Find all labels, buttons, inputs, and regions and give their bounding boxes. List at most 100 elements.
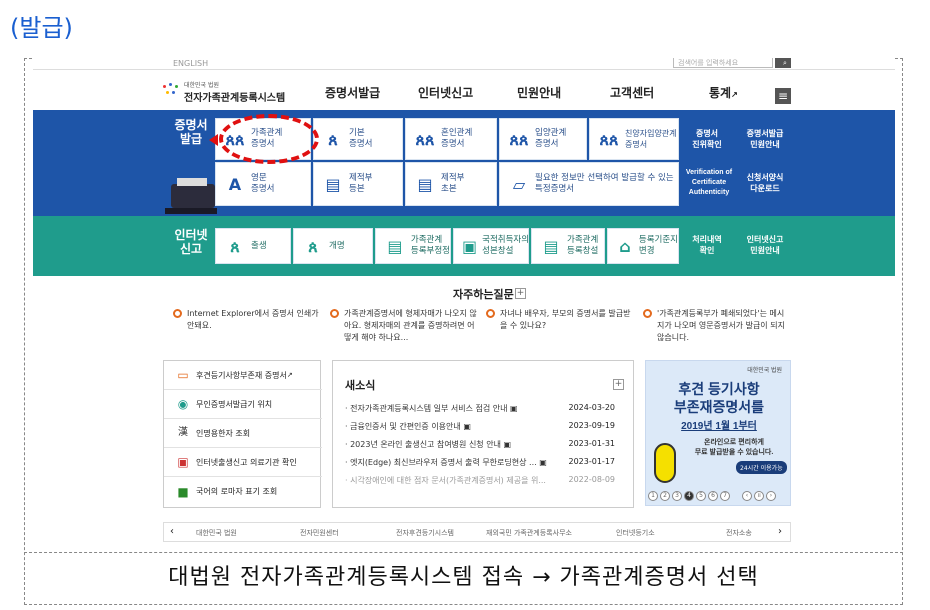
cert-verify-link[interactable]: 증명서 진위확인 xyxy=(683,128,731,150)
registry-doc-icon: ▤ xyxy=(387,236,403,256)
pager-dot[interactable]: 3 xyxy=(672,491,682,501)
pager-dot[interactable]: 2 xyxy=(660,491,670,501)
process-history-link[interactable]: 처리내역 확인 xyxy=(683,234,731,256)
card-english-cert[interactable]: A 영문 증명서 xyxy=(215,162,311,206)
banner-date: 2019년 1월 1부터 xyxy=(681,421,757,432)
certificate-panel-title: 증명서 발급 xyxy=(174,118,208,146)
hospital-icon: ▣ xyxy=(177,455,189,469)
pager-dot[interactable]: 6 xyxy=(708,491,718,501)
court-logo-icon xyxy=(161,83,181,101)
quick-link-birth-hospital[interactable]: ▣ 인터넷출생신고 의료기관 확인 xyxy=(164,448,322,477)
highlight-circle xyxy=(219,114,319,164)
news-more-button[interactable]: + xyxy=(613,379,624,390)
pager-dot[interactable]: 5 xyxy=(696,491,706,501)
search-icon: ⌕ xyxy=(783,59,787,67)
footer-link[interactable]: 대한민국 법원 xyxy=(196,528,237,538)
card-basic-cert[interactable]: ጰ 기본 증명서 xyxy=(313,118,403,160)
bullet-icon xyxy=(486,309,495,318)
card-birth-report[interactable]: ጰ 출생 xyxy=(215,228,291,264)
related-sites-bar: ‹ 대한민국 법원 전자민원센터 전자후견등기시스템 재외국민 가족관계등록사무… xyxy=(163,522,791,542)
card-removed-copy[interactable]: ▤ 제적부 등본 xyxy=(313,162,403,206)
news-panel: 새소식 + · 전자가족관계등록시스템 일부 서비스 점검 안내 ▣ 2024-0… xyxy=(332,360,634,508)
global-navigation: 대한민국 법원 전자가족관계등록시스템 증명서발급 인터넷신고 민원안내 고객센… xyxy=(33,70,895,110)
pager-dot[interactable]: 7 xyxy=(720,491,730,501)
banner-badge: 24시간 이용가능 xyxy=(736,461,787,474)
faq-title: 자주하는질문 xyxy=(453,289,514,301)
card-rename-report[interactable]: ጰ 개명 xyxy=(293,228,373,264)
printer-illustration xyxy=(163,166,218,216)
card-registry-base-change[interactable]: ⌂ 등록기준지 변경 xyxy=(607,228,679,264)
faq-item[interactable]: 자녀나 배우자, 부모의 증명서를 발급받을 수 있나요? xyxy=(486,308,634,332)
faq-item[interactable]: Internet Explorer에서 증명서 인쇄가 안돼요. xyxy=(173,308,321,332)
menu-statistics[interactable]: 통계↗ xyxy=(709,84,738,101)
english-link[interactable]: ENGLISH xyxy=(173,59,208,68)
pager-dot-active[interactable]: 4 xyxy=(684,491,694,501)
search-input[interactable]: 검색어를 입력하세요 xyxy=(673,58,773,68)
card-full-adoption-cert[interactable]: ጰጰ 친양자입양관계 증명서 xyxy=(589,118,679,160)
card-nationality-surname[interactable]: ▣ 국적취득자의 성본창설 xyxy=(453,228,529,264)
footer-link[interactable]: 전자소송 xyxy=(726,528,752,538)
card-specific-cert[interactable]: ▱ 필요한 정보만 선택하여 발급할 수 있는 특정증명서 xyxy=(499,162,679,206)
menu-customer-center[interactable]: 고객센터 xyxy=(610,84,654,101)
new-badge-icon: ▣ xyxy=(463,422,471,431)
menu-certificate[interactable]: 증명서발급 xyxy=(325,84,380,101)
footer-link[interactable]: 전자민원센터 xyxy=(300,528,339,538)
quick-link-romanization[interactable]: ■ 국어의 로마자 표기 조회 xyxy=(164,477,322,506)
card-marriage-cert[interactable]: ጰጰ 혼인관계 증명서 xyxy=(405,118,497,160)
hamburger-icon: ≡ xyxy=(777,89,789,103)
search-button[interactable]: ⌕ xyxy=(775,58,791,68)
news-item[interactable]: · 금융인증서 및 간편인증 이용안내 ▣ 2023-09-19 xyxy=(345,419,627,435)
adoption-icon: ጰጰ xyxy=(509,129,529,149)
footer-link[interactable]: 인터넷등기소 xyxy=(616,528,655,538)
news-item[interactable]: · 엣지(Edge) 최신브라우저 증명서 출력 무한로딩현상 ... ▣ 202… xyxy=(345,455,627,471)
next-icon[interactable]: › xyxy=(766,491,776,501)
card-adoption-cert[interactable]: ጰጰ 입양관계 증명서 xyxy=(499,118,587,160)
news-item[interactable]: · 2023년 온라인 출생신고 참여병원 신청 안내 ▣ 2023-01-31 xyxy=(345,437,627,453)
menu-internet-report[interactable]: 인터넷신고 xyxy=(418,84,473,101)
book-icon: ■ xyxy=(177,484,189,499)
footer-link[interactable]: 전자후견등기시스템 xyxy=(396,528,454,538)
faq-item[interactable]: 가족관계증명서에 형제자매가 나오지 않아요. 형제자매의 관계를 증명하려면 … xyxy=(330,308,478,344)
bullet-icon xyxy=(330,309,339,318)
removed-doc-icon: ▤ xyxy=(325,174,341,194)
menu-toggle-button[interactable]: ≡ xyxy=(775,88,791,104)
bullet-icon xyxy=(643,309,652,318)
adoption-icon: ጰጰ xyxy=(599,129,619,149)
news-item[interactable]: · 시각장애인에 대한 점자 문서(가족관계증명서) 제공을 위... 2022-… xyxy=(345,473,627,489)
step-caption: 대법원 전자가족관계등록시스템 접속 → 가족관계증명서 선택 xyxy=(24,552,903,605)
chevron-right-icon[interactable]: › xyxy=(778,526,782,537)
certificate-issue-panel: 증명서 발급 ጰጰ 가족관계 증명서 ጰ 기본 증명서 ጰጰ 혼인관계 증명서 ጰጰ 입… xyxy=(33,110,895,216)
quick-link-name-hanja[interactable]: 漢 인명용한자 조회 xyxy=(164,419,322,448)
faq-item[interactable]: '가족관계등록부가 폐쇄되었다'는 메시지가 나오며 영문증명서가 발급이 되지… xyxy=(643,308,791,344)
marriage-icon: ጰጰ xyxy=(415,129,435,149)
form-download-link[interactable]: 신청서양식 다운로드 xyxy=(739,172,791,194)
card-removed-abstract[interactable]: ▤ 제적부 초본 xyxy=(405,162,497,206)
chevron-left-icon[interactable]: ‹ xyxy=(170,526,174,537)
highlight-arrow-icon xyxy=(209,134,218,146)
prev-icon[interactable]: ‹ xyxy=(742,491,752,501)
external-link-icon: ↗ xyxy=(731,90,738,99)
guardianship-banner[interactable]: 대한민국 법원 후견 등기사항 부존재증명서를 2019년 1월 1부터 온라인… xyxy=(645,360,791,506)
pause-icon[interactable]: ॥ xyxy=(754,491,764,501)
cert-authenticity-link[interactable]: Verification of Certificate Authenticity xyxy=(681,168,737,198)
quick-link-kiosk-location[interactable]: ◉ 무인증명서발급기 위치 xyxy=(164,390,322,419)
location-icon: ◉ xyxy=(177,397,189,411)
footer-link[interactable]: 재외국민 가족관계등록사무소 xyxy=(486,528,572,538)
site-logo[interactable]: 대한민국 법원 전자가족관계등록시스템 xyxy=(161,80,285,104)
external-link-icon: ↗ xyxy=(286,371,293,379)
home-icon: ⌂ xyxy=(619,236,631,256)
quick-link-guardianship-cert[interactable]: ▭ 후견등기사항부존재 증명서 ↗ xyxy=(164,361,322,390)
registry-doc-icon: ▤ xyxy=(543,236,559,256)
pager-dot[interactable]: 1 xyxy=(648,491,658,501)
bullet-icon xyxy=(173,309,182,318)
menu-civil-guide[interactable]: 민원안내 xyxy=(517,84,561,101)
card-registry-creation[interactable]: ▤ 가족관계 등록창설 xyxy=(531,228,605,264)
cert-issue-guide-link[interactable]: 증명서발급 민원안내 xyxy=(739,128,791,150)
mouse-icon xyxy=(654,443,676,483)
card-registry-correction[interactable]: ▤ 가족관계 등록부정정 xyxy=(375,228,451,264)
page-heading: (발급) xyxy=(10,14,73,42)
faq-more-button[interactable]: + xyxy=(515,288,526,299)
news-item[interactable]: · 전자가족관계등록시스템 일부 서비스 점검 안내 ▣ 2024-03-20 xyxy=(345,401,627,417)
report-guide-link[interactable]: 인터넷신고 민원안내 xyxy=(739,234,791,256)
select-doc-icon: ▱ xyxy=(512,174,526,194)
